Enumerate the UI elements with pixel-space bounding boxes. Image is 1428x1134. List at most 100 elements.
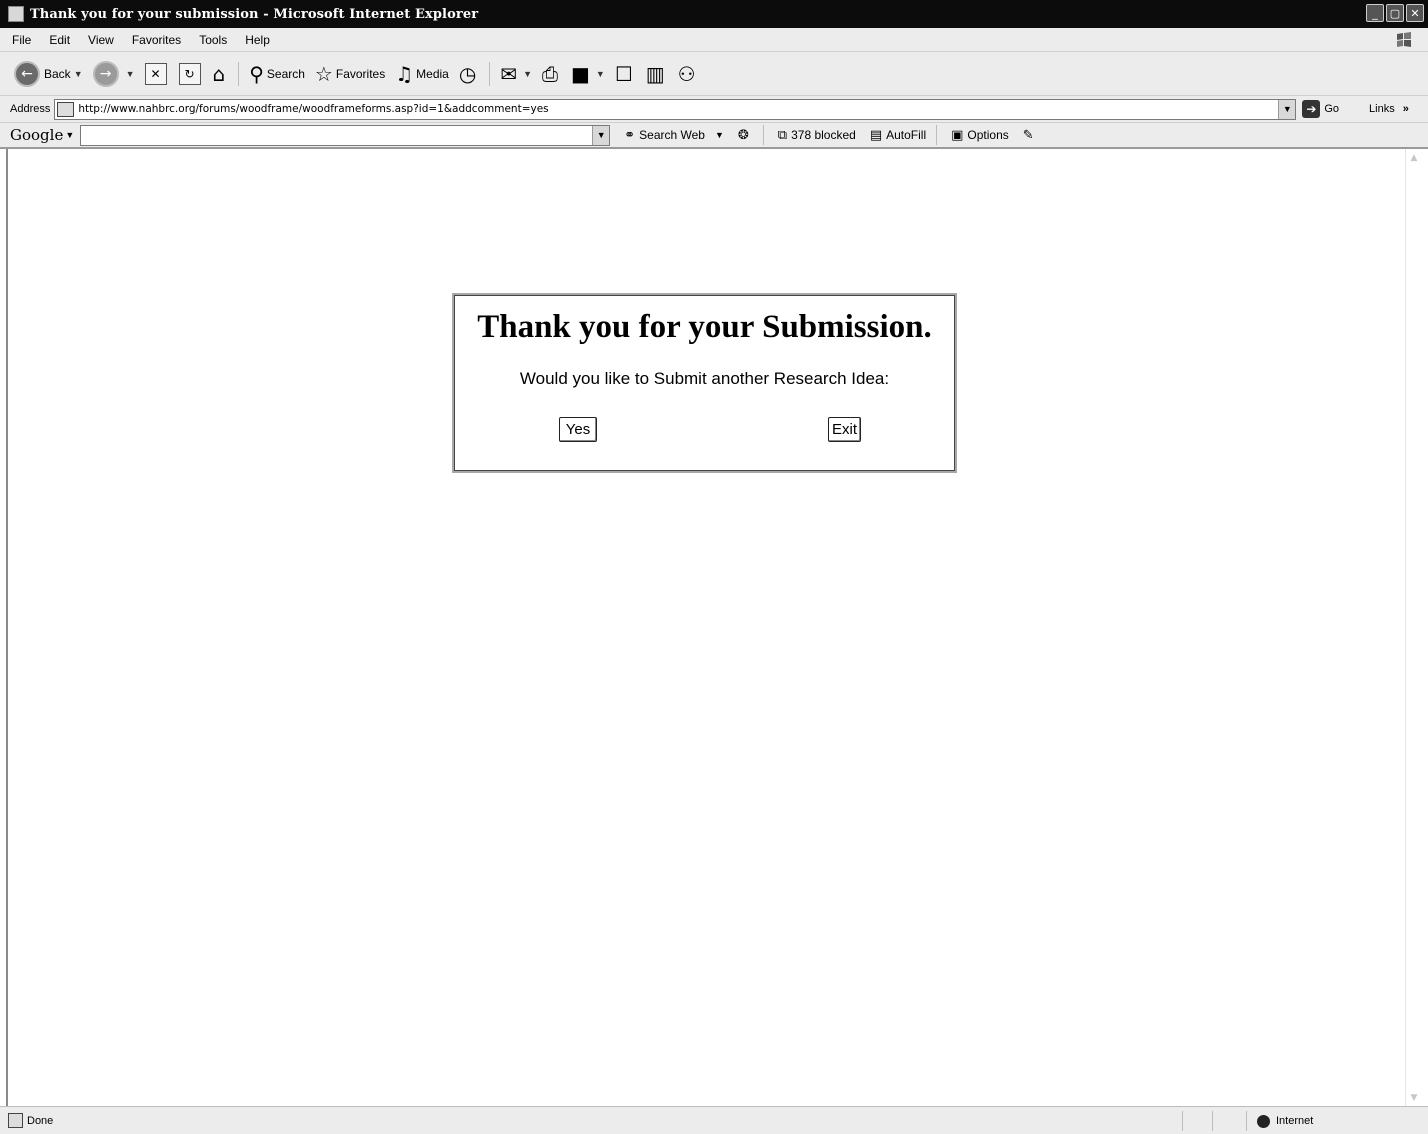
ie-app-icon[interactable] [8, 6, 24, 22]
autofill-label: AutoFill [886, 128, 927, 142]
popup-blocker-button[interactable]: ⧉ 378 blocked [778, 128, 856, 143]
forward-arrow-icon: → [92, 60, 119, 87]
status-panes [1182, 1111, 1242, 1131]
options-label: Options [967, 128, 1009, 142]
forward-button[interactable]: → ▼ [92, 60, 135, 87]
status-pane [1212, 1111, 1242, 1131]
go-label: Go [1324, 103, 1340, 115]
menu-tools[interactable]: Tools [199, 33, 227, 47]
back-dropdown-icon[interactable]: ▼ [74, 69, 83, 79]
pagerank-button[interactable]: ❂ [738, 128, 753, 143]
windows-flag-icon [1397, 32, 1411, 47]
menu-bar: File Edit View Favorites Tools Help [0, 28, 1428, 52]
scroll-down-icon[interactable]: ▼ [1406, 1089, 1422, 1106]
back-label: Back [44, 66, 71, 81]
zone-label: Internet [1276, 1115, 1314, 1127]
stop-button[interactable]: ✕ [144, 62, 169, 85]
edit-button[interactable]: ■ ▼ [571, 64, 605, 84]
links-label: Links [1369, 103, 1395, 115]
address-url[interactable]: http://www.nahbrc.org/forums/woodframe/w… [78, 103, 548, 115]
maximize-button[interactable]: ▢ [1386, 4, 1404, 22]
links-button[interactable]: Links » [1369, 103, 1409, 115]
edit-icon: ■ [570, 61, 590, 86]
exit-button[interactable]: Exit [828, 417, 861, 442]
favorites-button[interactable]: ☆ Favorites [315, 64, 385, 84]
discuss-button[interactable]: ☐ [615, 64, 636, 84]
search-web-button[interactable]: ⚭ Search Web ▼ [624, 128, 724, 143]
standard-toolbar: ← Back ▼ → ▼ ✕ ↻ ⌂ ⚲ Search ☆ Favorites … [0, 52, 1428, 96]
address-input[interactable]: http://www.nahbrc.org/forums/woodframe/w… [54, 98, 1297, 120]
media-button[interactable]: ♫ Media [395, 64, 449, 84]
submit-another-prompt: Would you like to Submit another Researc… [519, 369, 890, 388]
menu-favorites[interactable]: Favorites [132, 33, 181, 47]
google-search-input[interactable]: ▼ [80, 124, 611, 146]
search-web-dropdown-icon[interactable]: ▼ [715, 130, 724, 140]
google-separator [936, 125, 938, 145]
chevron-right-icon: » [1402, 103, 1409, 115]
options-button[interactable]: ▣ Options [951, 128, 1009, 143]
mail-button[interactable]: ✉ ▼ [500, 64, 532, 84]
yes-button[interactable]: Yes [559, 417, 597, 442]
mail-dropdown-icon[interactable]: ▼ [523, 69, 532, 79]
history-button[interactable]: ◷ [459, 64, 479, 84]
history-icon: ◷ [458, 61, 477, 86]
address-bar: Address http://www.nahbrc.org/forums/woo… [0, 96, 1428, 123]
minimize-button[interactable]: _ [1366, 4, 1384, 22]
refresh-icon: ↻ [178, 62, 201, 85]
address-label: Address [10, 103, 51, 115]
window-controls: _ ▢ ✕ [1366, 4, 1424, 22]
home-button[interactable]: ⌂ [213, 64, 229, 84]
status-bar: Done Internet [0, 1106, 1428, 1134]
pagerank-icon: ❂ [737, 127, 749, 143]
home-icon: ⌂ [212, 61, 226, 86]
page-status-icon [8, 1113, 23, 1128]
menu-help[interactable]: Help [245, 33, 270, 47]
blocked-count: 378 blocked [791, 128, 856, 142]
google-search-dropdown-icon[interactable]: ▼ [592, 125, 610, 145]
scroll-up-icon[interactable]: ▲ [1406, 149, 1422, 166]
media-icon: ♫ [395, 61, 414, 86]
close-button[interactable]: ✕ [1406, 4, 1424, 22]
print-button[interactable]: ⎙ [542, 64, 561, 84]
title-bar: Thank you for your submission - Microsof… [0, 0, 1428, 28]
go-button[interactable]: ➔ Go [1302, 100, 1339, 118]
vertical-scrollbar[interactable]: ▲ ▼ [1405, 149, 1422, 1106]
options-icon: ▣ [951, 127, 964, 143]
messenger-button[interactable]: ⚇ [678, 64, 699, 84]
page-title: Thank you for your Submission. [477, 309, 932, 345]
print-icon: ⎙ [541, 61, 558, 86]
autofill-icon: ▤ [869, 127, 883, 143]
status-pane [1182, 1111, 1212, 1131]
submission-confirmation-box: Thank you for your Submission. Would you… [452, 293, 957, 473]
popup-blocker-icon: ⧉ [777, 127, 788, 143]
binoculars-icon: ⚭ [624, 127, 636, 143]
window-title: Thank you for your submission - Microsof… [30, 6, 479, 22]
search-web-label: Search Web [639, 128, 705, 142]
media-label: Media [416, 66, 449, 81]
forward-dropdown-icon[interactable]: ▼ [126, 69, 135, 79]
search-button[interactable]: ⚲ Search [249, 64, 305, 84]
status-text: Done [27, 1114, 54, 1127]
autofill-button[interactable]: ▤ AutoFill [870, 128, 926, 143]
highlighter-pen-icon: ✎ [1022, 127, 1034, 143]
google-logo[interactable]: Google [10, 126, 63, 144]
favorites-label: Favorites [335, 66, 386, 81]
menu-view[interactable]: View [88, 33, 114, 47]
mail-icon: ✉ [500, 61, 518, 86]
menu-edit[interactable]: Edit [49, 33, 70, 47]
page-icon [57, 101, 75, 117]
back-button[interactable]: ← Back ▼ [14, 60, 83, 87]
page-content: Thank you for your Submission. Would you… [6, 149, 1422, 1106]
menu-file[interactable]: File [12, 33, 31, 47]
address-dropdown-icon[interactable]: ▼ [1278, 99, 1296, 119]
favorites-star-icon: ☆ [314, 61, 333, 86]
google-separator [762, 125, 764, 145]
refresh-button[interactable]: ↻ [178, 62, 203, 85]
search-label: Search [266, 66, 305, 81]
highlighter-button[interactable]: ✎ [1023, 128, 1038, 143]
go-arrow-icon: ➔ [1302, 100, 1321, 118]
google-menu-dropdown-icon[interactable]: ▼ [65, 130, 74, 140]
research-button[interactable]: ▥ [646, 64, 668, 84]
edit-dropdown-icon[interactable]: ▼ [596, 69, 605, 79]
toolbar-separator [238, 61, 240, 86]
